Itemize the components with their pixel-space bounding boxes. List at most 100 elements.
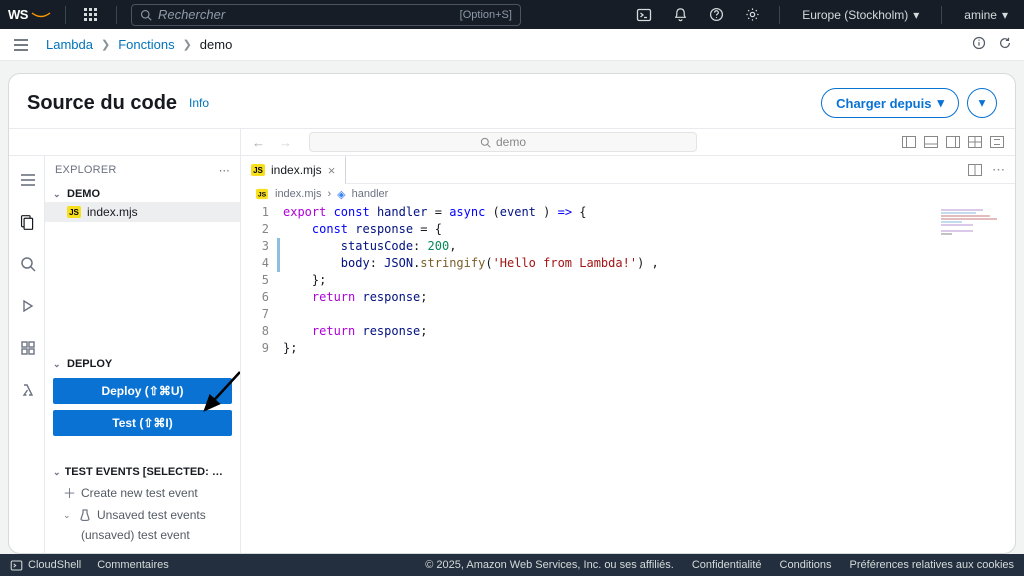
editor-search-text: demo — [496, 135, 526, 149]
file-label: index.mjs — [87, 205, 138, 219]
side-menu-icon[interactable] — [12, 39, 30, 51]
unsaved-test-event-item[interactable]: (unsaved) test event — [53, 525, 232, 545]
chevron-right-icon: ❯ — [183, 38, 192, 51]
js-file-icon: JS — [251, 164, 265, 176]
extensions-icon[interactable] — [15, 336, 39, 360]
minimap[interactable] — [941, 208, 1011, 236]
deploy-section[interactable]: ⌄ DEPLOY — [53, 356, 232, 372]
region-label: Europe (Stockholm) — [802, 8, 908, 22]
breadcrumb-lambda[interactable]: Lambda — [46, 37, 93, 52]
breadcrumb-bar: Lambda ❯ Fonctions ❯ demo — [0, 29, 1024, 61]
footer-copyright: © 2025, Amazon Web Services, Inc. ou ses… — [425, 559, 674, 571]
file-index-mjs[interactable]: JS index.mjs — [45, 202, 240, 222]
info-panel-icon[interactable] — [972, 36, 986, 53]
chevron-down-icon: ⌄ — [63, 510, 73, 521]
footer-privacy[interactable]: Confidentialité — [692, 559, 762, 571]
refresh-icon[interactable] — [998, 36, 1012, 53]
code-source-card: Source du code Info Charger depuis ▾ ▾ ←… — [8, 73, 1016, 554]
js-file-icon: JS — [256, 189, 268, 199]
upload-from-label: Charger depuis — [836, 96, 931, 111]
tab-more-icon[interactable]: ⋯ — [992, 162, 1005, 178]
help-icon[interactable] — [703, 7, 729, 22]
close-tab-icon[interactable]: × — [328, 163, 336, 178]
project-label: DEMO — [67, 188, 100, 200]
project-folder[interactable]: ⌄ DEMO — [45, 186, 240, 202]
breadcrumb-functions[interactable]: Fonctions — [118, 37, 174, 52]
account-menu[interactable]: amine ▾ — [956, 8, 1016, 22]
test-events-label: TEST EVENTS [SELECTED: (UNSAVED) TEST... — [65, 466, 224, 478]
cloudshell-icon[interactable] — [631, 7, 657, 23]
chevron-down-icon: ▾ — [913, 8, 919, 22]
explorer-icon[interactable] — [15, 210, 39, 234]
more-actions-button[interactable]: ▾ — [967, 88, 997, 118]
test-events-section[interactable]: ⌄ TEST EVENTS [SELECTED: (UNSAVED) TEST.… — [53, 464, 232, 480]
explorer-title: EXPLORER — [55, 164, 117, 176]
beaker-icon — [79, 509, 91, 521]
unsaved-test-events-group[interactable]: ⌄ Unsaved test events — [53, 505, 232, 525]
info-link[interactable]: Info — [189, 96, 209, 110]
test-button[interactable]: Test (⇧⌘I) — [53, 410, 232, 436]
unsaved-group-label: Unsaved test events — [97, 508, 206, 522]
explorer-more-icon[interactable]: ⋯ — [219, 164, 230, 177]
editor-crumb-file: index.mjs — [275, 188, 321, 200]
plus-icon: ＋ — [63, 483, 75, 502]
footer-terms[interactable]: Conditions — [780, 559, 832, 571]
deploy-section-label: DEPLOY — [67, 358, 112, 370]
js-file-icon: JS — [67, 206, 81, 218]
footer-comments[interactable]: Commentaires — [97, 559, 169, 571]
editor-toolbar: ← → demo — [9, 128, 1015, 156]
upload-from-button[interactable]: Charger depuis ▾ — [821, 88, 959, 118]
footer-cloudshell[interactable]: CloudShell — [10, 559, 81, 572]
notifications-icon[interactable] — [667, 7, 693, 22]
chevron-down-icon: ⌄ — [53, 467, 61, 478]
activity-bar — [9, 156, 45, 553]
explorer-panel: EXPLORER ⋯ ⌄ DEMO JS index.mjs — [45, 156, 241, 553]
editor-command-search[interactable]: demo — [309, 132, 697, 152]
code-area[interactable]: 123456789 export const handler = async (… — [241, 204, 1015, 553]
editor-crumb-symbol: handler — [352, 188, 389, 200]
chevron-down-icon: ⌄ — [53, 359, 63, 370]
layout-panel-bottom-icon[interactable] — [923, 134, 939, 150]
chevron-down-icon: ▾ — [979, 95, 986, 111]
footer-cookies[interactable]: Préférences relatives aux cookies — [850, 559, 1014, 571]
region-selector[interactable]: Europe (Stockholm) ▾ — [794, 8, 927, 22]
code-editor: JS index.mjs × ⋯ JS index.mjs › ◈ handle… — [241, 156, 1015, 553]
run-debug-icon[interactable] — [15, 294, 39, 318]
create-test-event-label: Create new test event — [81, 486, 198, 500]
chevron-down-icon: ▾ — [1002, 8, 1008, 22]
tab-index-mjs[interactable]: JS index.mjs × — [241, 156, 346, 184]
nav-forward-icon[interactable]: → — [279, 135, 292, 150]
search-icon[interactable] — [15, 252, 39, 276]
aws-top-bar: WS Rechercher [Option+S] Europe (Stockho… — [0, 0, 1024, 29]
layout-sidebar-right-icon[interactable] — [945, 134, 961, 150]
footer-cloudshell-label: CloudShell — [28, 559, 81, 571]
menu-icon[interactable] — [15, 168, 39, 192]
symbol-icon: ◈ — [337, 188, 345, 201]
unsaved-item-label: (unsaved) test event — [81, 528, 190, 542]
search-placeholder: Rechercher — [158, 7, 225, 22]
footer-comments-label: Commentaires — [97, 559, 169, 571]
aws-logo[interactable]: WS — [8, 7, 51, 23]
nav-back-icon[interactable]: ← — [252, 135, 265, 150]
chevron-down-icon: ▾ — [937, 95, 944, 111]
tab-label: index.mjs — [271, 163, 322, 177]
user-label: amine — [964, 8, 997, 22]
global-search-input[interactable]: Rechercher [Option+S] — [131, 4, 521, 26]
aws-footer: CloudShell Commentaires © 2025, Amazon W… — [0, 554, 1024, 576]
split-editor-icon[interactable] — [968, 164, 982, 176]
layout-fullscreen-icon[interactable] — [989, 134, 1005, 150]
breadcrumb-demo: demo — [200, 37, 233, 52]
lambda-icon[interactable] — [15, 378, 39, 402]
aws-logo-text: WS — [8, 7, 28, 22]
services-menu-icon[interactable] — [80, 4, 102, 26]
create-test-event[interactable]: ＋ Create new test event — [53, 480, 232, 505]
layout-sidebar-left-icon[interactable] — [901, 134, 917, 150]
chevron-down-icon: ⌄ — [53, 189, 63, 200]
settings-icon[interactable] — [739, 7, 765, 22]
search-shortcut: [Option+S] — [460, 9, 512, 21]
editor-breadcrumb[interactable]: JS index.mjs › ◈ handler — [241, 184, 1015, 204]
page-title: Source du code — [27, 92, 177, 115]
chevron-right-icon: › — [327, 188, 331, 200]
layout-grid-icon[interactable] — [967, 134, 983, 150]
deploy-button[interactable]: Deploy (⇧⌘U) — [53, 378, 232, 404]
